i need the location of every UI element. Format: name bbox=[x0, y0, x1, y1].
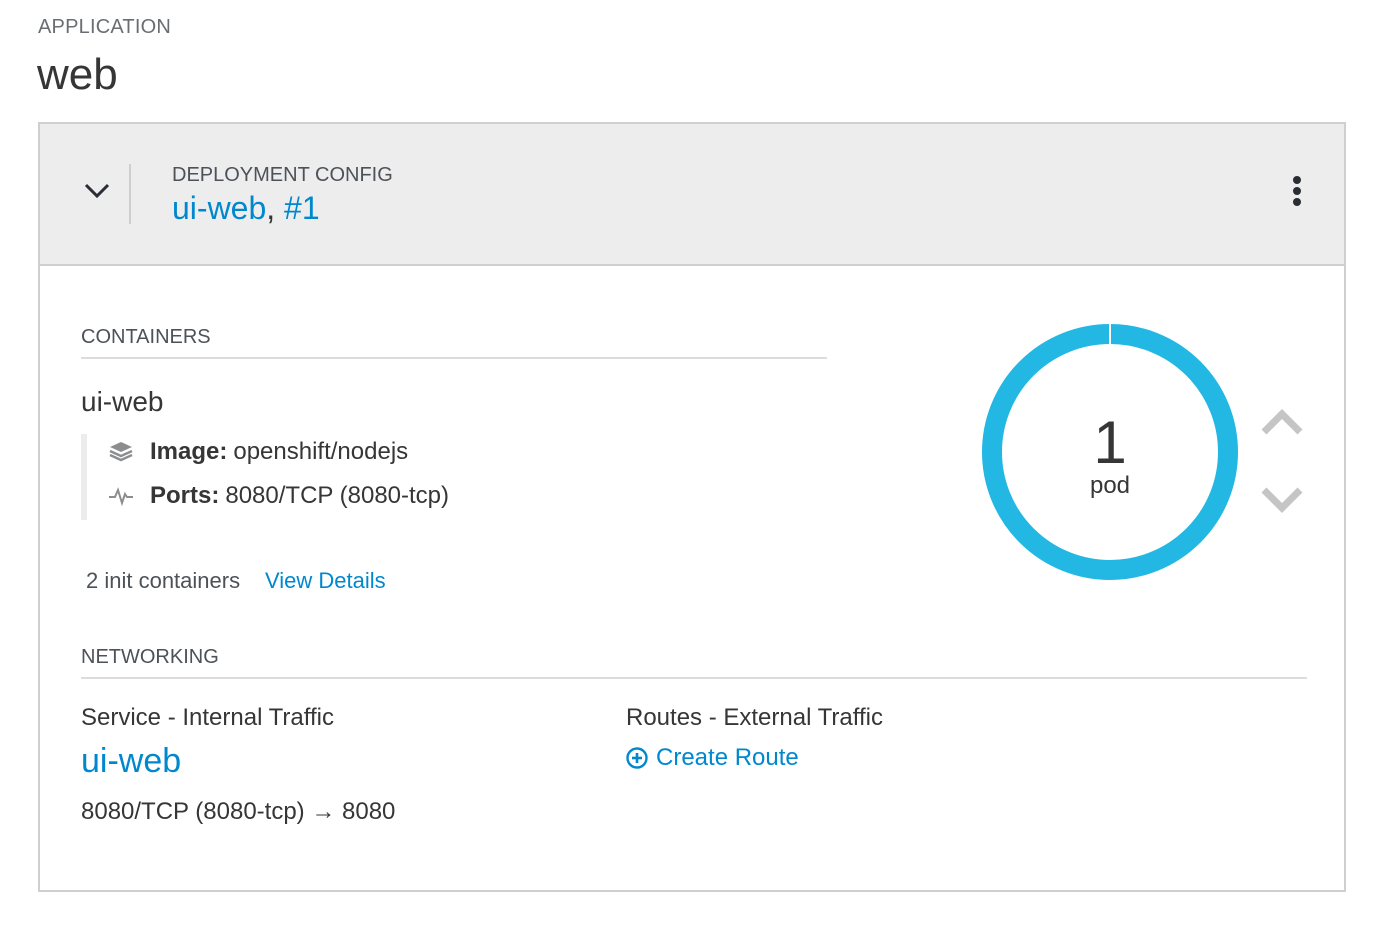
networking-divider bbox=[81, 677, 1307, 679]
container-props-bar bbox=[81, 434, 87, 520]
kebab-menu-icon[interactable] bbox=[1290, 176, 1304, 212]
scale-up-button[interactable] bbox=[1258, 404, 1306, 438]
deployment-config-title: ui-web, #1 bbox=[172, 190, 320, 227]
containers-section-label: CONTAINERS bbox=[81, 326, 211, 348]
ports-label: Ports: bbox=[150, 482, 220, 509]
header-divider bbox=[129, 164, 131, 224]
container-image-row: Image: openshift/nodejs bbox=[108, 438, 408, 466]
deployment-version-link[interactable]: #1 bbox=[284, 190, 320, 226]
chevron-down-icon bbox=[1261, 487, 1303, 513]
image-value: openshift/nodejs bbox=[233, 438, 409, 465]
pod-count-label: pod bbox=[1089, 472, 1131, 499]
deployment-config-label: DEPLOYMENT CONFIG bbox=[172, 164, 393, 186]
create-route-label: Create Route bbox=[656, 744, 799, 771]
plus-circle-icon bbox=[626, 747, 648, 769]
chevron-up-icon bbox=[1261, 409, 1303, 435]
application-label: APPLICATION bbox=[38, 16, 171, 38]
container-name: ui-web bbox=[81, 386, 164, 417]
containers-divider bbox=[81, 357, 827, 359]
networking-section-label: NETWORKING bbox=[81, 646, 219, 668]
service-link[interactable]: ui-web bbox=[81, 742, 181, 781]
deployment-card: DEPLOYMENT CONFIG ui-web, #1 CONTAINERS … bbox=[38, 122, 1346, 892]
layers-icon bbox=[108, 441, 134, 463]
pod-count: 1 bbox=[1093, 409, 1127, 476]
service-heading: Service - Internal Traffic bbox=[81, 704, 334, 731]
ports-value: 8080/TCP (8080-tcp) bbox=[225, 482, 450, 509]
routes-heading: Routes - External Traffic bbox=[626, 704, 883, 731]
create-route-link[interactable]: Create Route bbox=[626, 744, 799, 772]
service-ports: 8080/TCP (8080-tcp) → 8080 bbox=[81, 798, 396, 825]
scale-down-button[interactable] bbox=[1258, 484, 1306, 518]
deployment-card-header: DEPLOYMENT CONFIG ui-web, #1 bbox=[40, 124, 1344, 266]
image-label: Image: bbox=[150, 438, 228, 465]
application-name: web bbox=[37, 50, 118, 99]
view-details-link[interactable]: View Details bbox=[265, 568, 386, 594]
chevron-down-icon[interactable] bbox=[80, 174, 114, 208]
deployment-config-link[interactable]: ui-web bbox=[172, 190, 266, 226]
pod-donut[interactable]: 1 pod bbox=[980, 322, 1240, 582]
pulse-icon bbox=[108, 485, 134, 507]
container-ports-row: Ports: 8080/TCP (8080-tcp) bbox=[108, 482, 449, 510]
title-separator: , bbox=[266, 190, 276, 226]
init-containers-count: 2 init containers bbox=[86, 568, 241, 593]
